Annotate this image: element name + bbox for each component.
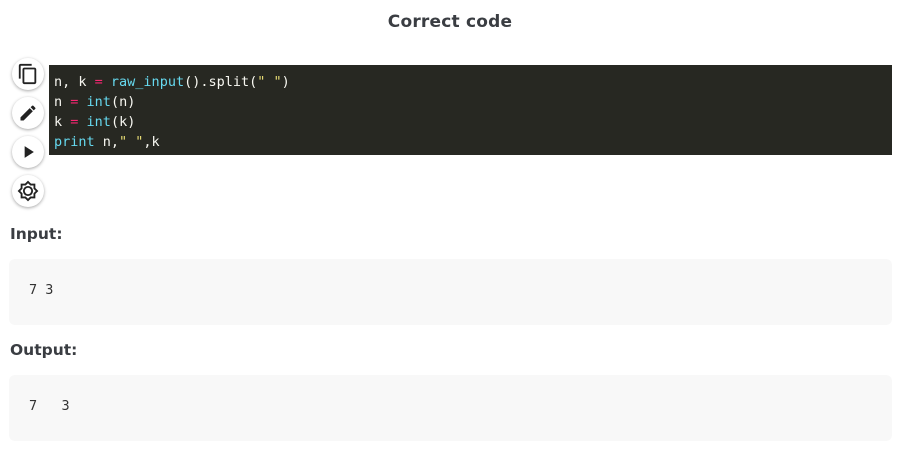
run-button[interactable] — [12, 136, 44, 168]
copy-icon — [18, 63, 37, 85]
page-title: Correct code — [387, 12, 513, 32]
code-token: ) — [281, 74, 290, 90]
code-line: n = int(n) — [54, 92, 892, 112]
code-token: ,k — [143, 134, 160, 150]
code-token: ().split( — [184, 74, 258, 90]
code-line: n, k = raw_input().split(" ") — [54, 72, 892, 92]
code-editor[interactable]: n, k = raw_input().split(" ") n = int(n) k… — [49, 65, 892, 155]
input-box: 7 3 — [9, 259, 892, 325]
code-token: (n) — [110, 94, 136, 110]
code-token: print — [54, 134, 95, 150]
output-label: Output: — [10, 341, 78, 359]
output-box: 7 3 — [9, 375, 892, 441]
input-label: Input: — [10, 225, 63, 243]
code-token: = — [94, 74, 103, 90]
code-token: int — [86, 114, 111, 130]
code-token: n, k — [54, 74, 95, 90]
code-token: " " — [257, 74, 282, 90]
settings-button[interactable] — [12, 175, 44, 207]
code-token: int — [86, 94, 111, 110]
code-token: (k) — [110, 114, 136, 130]
gear-icon — [17, 180, 39, 202]
code-token: raw_input — [110, 74, 185, 90]
copy-button[interactable] — [12, 58, 44, 90]
code-line: k = int(k) — [54, 112, 892, 132]
code-line: print n," ",k — [54, 132, 892, 152]
play-icon — [24, 146, 34, 158]
code-token: n, — [94, 134, 120, 150]
pencil-icon — [20, 105, 36, 121]
code-token: n — [54, 94, 71, 110]
code-token: k — [54, 114, 71, 130]
code-token: " " — [119, 134, 144, 150]
edit-button[interactable] — [12, 97, 44, 129]
